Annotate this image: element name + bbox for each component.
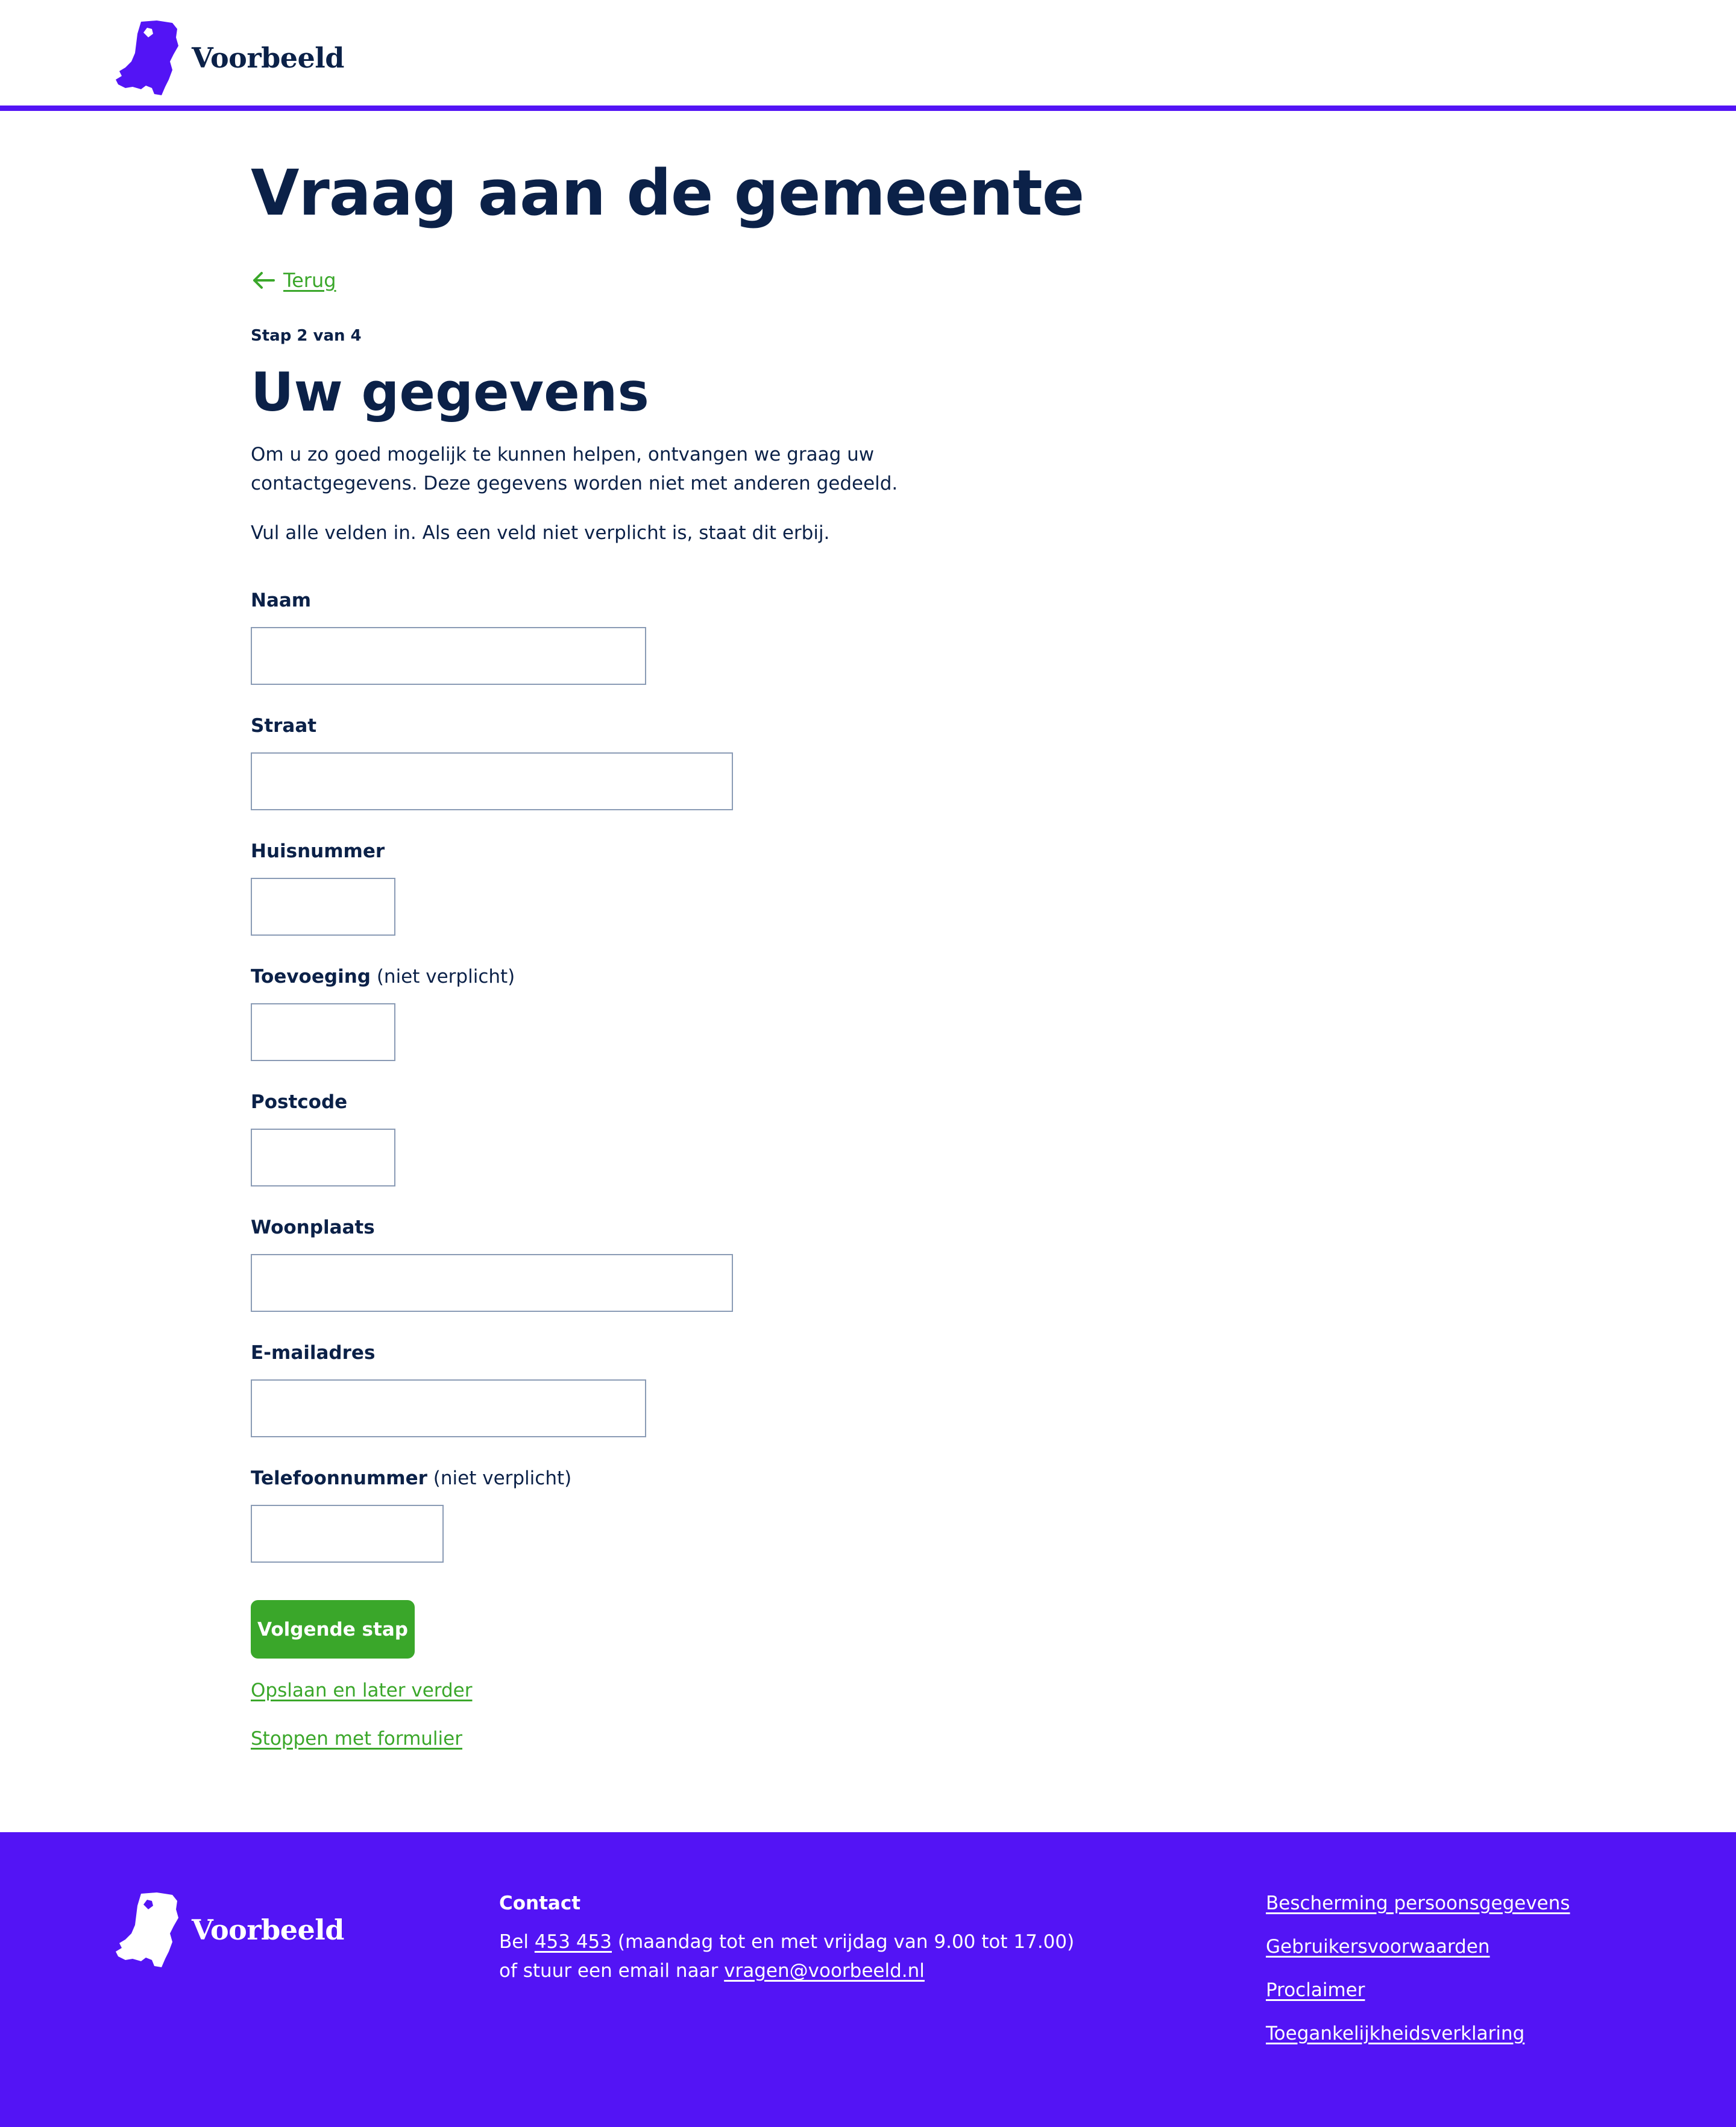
- footer-logo[interactable]: Voorbeeld: [115, 1891, 344, 1968]
- arrow-left-icon: [253, 272, 275, 289]
- phone-link[interactable]: 453 453: [535, 1931, 612, 1953]
- naam-label: Naam: [251, 590, 312, 611]
- woonplaats-input[interactable]: [251, 1254, 733, 1312]
- footer-contact: Contact Bel 453 453 (maandag tot en met …: [499, 1889, 1074, 1985]
- footer-link-proclaimer[interactable]: Proclaimer: [1266, 1976, 1570, 2019]
- woonplaats-label: Woonplaats: [251, 1217, 375, 1238]
- back-link-label: Terug: [283, 269, 336, 292]
- toevoeging-label: Toevoeging (niet verplicht): [251, 966, 515, 988]
- straat-label: Straat: [251, 715, 317, 737]
- postcode-input[interactable]: [251, 1129, 395, 1186]
- postcode-label: Postcode: [251, 1091, 348, 1113]
- email-input[interactable]: [251, 1379, 646, 1437]
- straat-input[interactable]: [251, 752, 733, 810]
- stop-form-link[interactable]: Stoppen met formulier: [251, 1728, 462, 1750]
- optional-note: (niet verplicht): [433, 1467, 572, 1489]
- next-step-button[interactable]: Volgende stap: [251, 1600, 415, 1659]
- email-label: E-mailadres: [251, 1342, 376, 1364]
- step-indicator: Stap 2 van 4: [251, 327, 362, 345]
- footer-logo-text: Voorbeeld: [192, 1914, 344, 1946]
- netherlands-map-icon: [116, 1892, 178, 1967]
- email-link[interactable]: vragen@voorbeeld.nl: [724, 1960, 925, 1982]
- intro-text: Om u zo goed mogelijk te kunnen helpen, …: [251, 444, 898, 494]
- contact-email-line: of stuur een email naar vragen@voorbeeld…: [499, 1960, 925, 1982]
- footer-link-terms[interactable]: Gebruikersvoorwaarden: [1266, 1932, 1570, 1976]
- toevoeging-input[interactable]: [251, 1003, 395, 1061]
- section-title: Uw gegevens: [251, 361, 649, 423]
- telefoon-label: Telefoonnummer (niet verplicht): [251, 1467, 572, 1489]
- contact-phone-line: Bel 453 453 (maandag tot en met vrijdag …: [499, 1931, 1075, 1953]
- site-header: Voorbeeld: [0, 0, 1736, 111]
- footer-link-accessibility[interactable]: Toegankelijkheidsverklaring: [1266, 2019, 1570, 2062]
- contact-heading: Contact: [499, 1892, 581, 1914]
- optional-note: (niet verplicht): [376, 966, 515, 988]
- instruction-text: Vul alle velden in. Als een veld niet ve…: [251, 522, 830, 544]
- save-later-link[interactable]: Opslaan en later verder: [251, 1680, 472, 1701]
- site-footer: Voorbeeld Contact Bel 453 453 (maandag t…: [0, 1832, 1736, 2127]
- netherlands-map-icon: [116, 20, 178, 95]
- telefoon-input[interactable]: [251, 1505, 444, 1563]
- huisnummer-input[interactable]: [251, 878, 395, 936]
- header-logo-text: Voorbeeld: [192, 42, 344, 74]
- footer-links: Bescherming persoonsgegevens Gebruikersv…: [1266, 1889, 1570, 2062]
- header-logo[interactable]: Voorbeeld: [115, 19, 344, 96]
- back-link[interactable]: Terug: [251, 269, 336, 292]
- footer-link-privacy[interactable]: Bescherming persoonsgegevens: [1266, 1889, 1570, 1932]
- naam-input[interactable]: [251, 627, 646, 685]
- huisnummer-label: Huisnummer: [251, 840, 385, 862]
- page-title: Vraag aan de gemeente: [251, 156, 1084, 230]
